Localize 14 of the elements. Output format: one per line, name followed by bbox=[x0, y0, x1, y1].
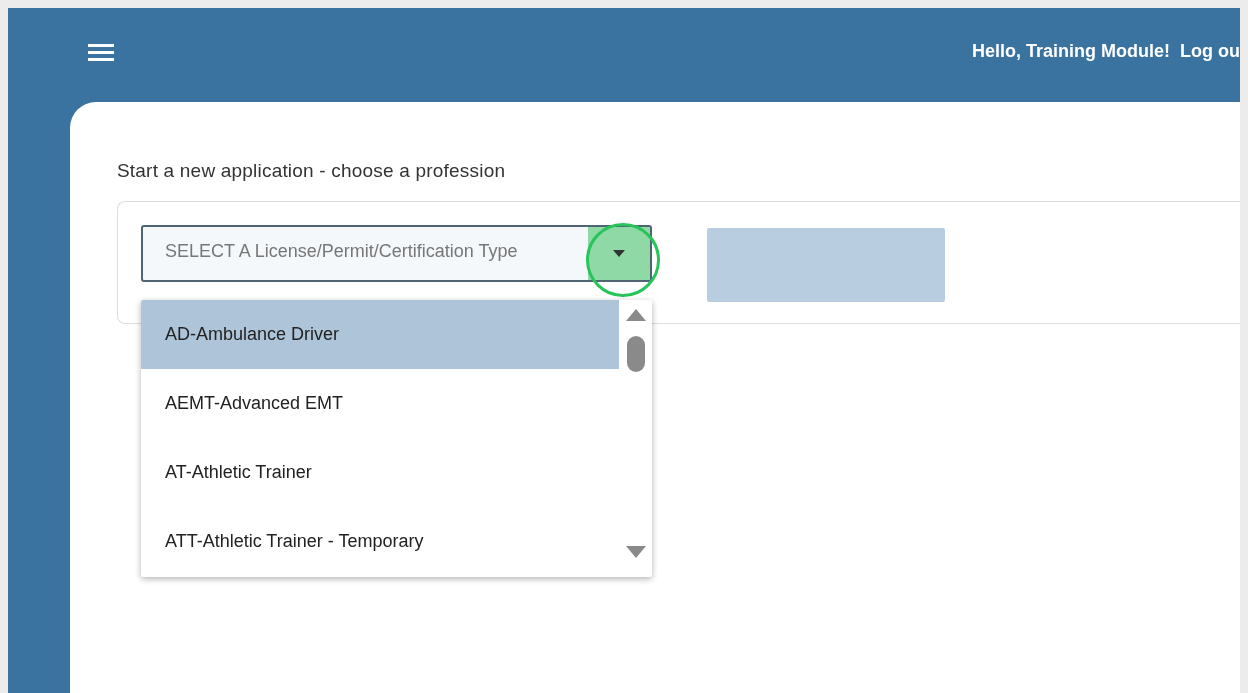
option-item[interactable]: AD-Ambulance Driver bbox=[141, 300, 619, 369]
license-type-select[interactable]: SELECT A License/Permit/Certification Type bbox=[141, 225, 652, 282]
select-input[interactable]: SELECT A License/Permit/Certification Type bbox=[143, 241, 588, 266]
caret-icon bbox=[613, 250, 625, 257]
option-item[interactable]: AT-Athletic Trainer bbox=[141, 438, 619, 507]
section-heading: Start a new application - choose a profession bbox=[117, 160, 507, 182]
scroll-up-icon[interactable] bbox=[625, 308, 646, 322]
option-item[interactable]: AEMT-Advanced EMT bbox=[141, 369, 619, 438]
scroll-thumb[interactable] bbox=[626, 336, 645, 372]
option-item[interactable]: ATT-Athletic Trainer - Temporary bbox=[141, 507, 619, 576]
greeting-text: Hello, Training Module! bbox=[972, 40, 1170, 62]
logout-link[interactable]: Log ou bbox=[1180, 40, 1240, 62]
scroll-down-icon[interactable] bbox=[625, 545, 646, 559]
menu-icon[interactable] bbox=[88, 44, 114, 62]
